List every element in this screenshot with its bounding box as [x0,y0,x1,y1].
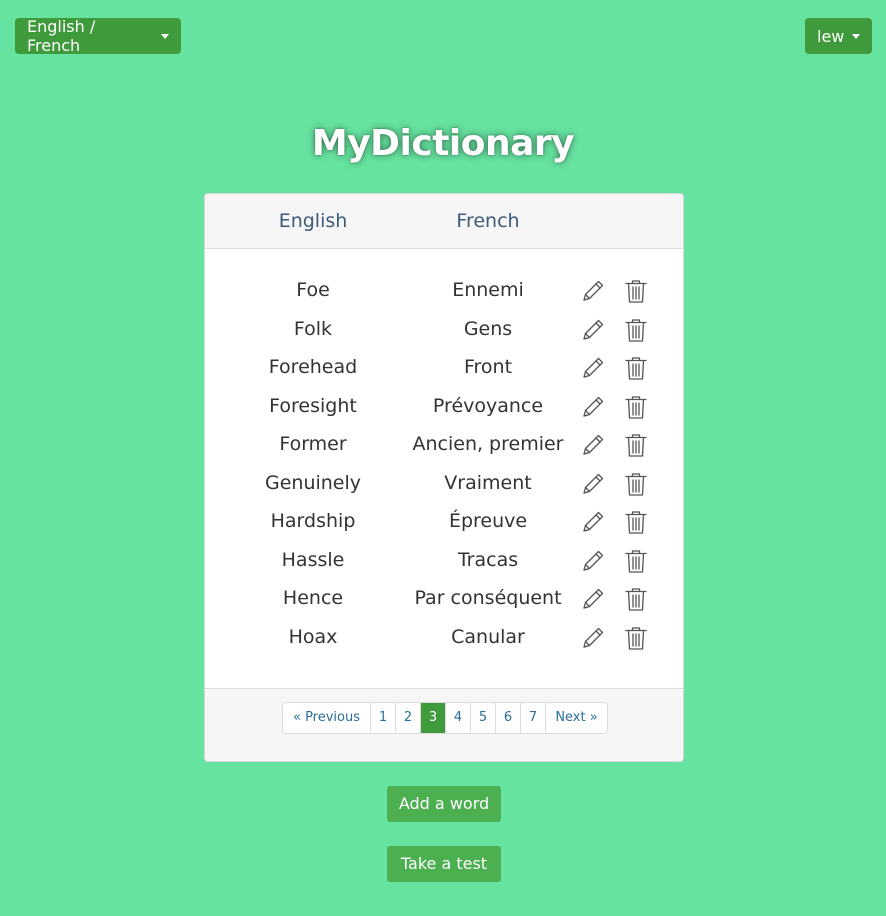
table-row: Hassle Tracas [205,541,683,580]
table-row: Hardship Épreuve [205,502,683,541]
word-english: Foresight [269,394,357,417]
table-row: Foe Ennemi [205,271,683,310]
table-row: Folk Gens [205,310,683,349]
word-french: Ancien, premier [412,433,564,455]
app-title: MyDictionary [311,123,575,164]
pencil-icon[interactable] [579,470,607,498]
table-row: Forehead Front [205,348,683,387]
trash-icon[interactable] [622,624,650,652]
pagination-previous-link[interactable]: « Previous [283,703,371,733]
word-french: Front [463,356,513,378]
table-row: Hence Par conséquent [205,579,683,618]
word-english: Hassle [281,548,345,571]
dictionary-card: English French Foe Ennemi Folk Gens Forehead… [204,193,684,762]
pagination-next-link[interactable]: Next » [546,703,607,733]
word-english: Folk [293,317,333,340]
language-pair-dropdown[interactable]: English / French [15,17,181,55]
pencil-icon[interactable] [579,316,607,344]
word-english: Hoax [288,625,338,648]
pencil-icon[interactable] [579,277,607,305]
word-english: Hardship [270,510,356,532]
trash-icon[interactable] [622,316,650,344]
pagination-page-7[interactable]: 7 [521,703,546,733]
add-word-button[interactable]: Add a word [387,786,501,822]
word-french: Par conséquent [414,587,562,609]
word-list: Foe Ennemi Folk Gens Forehead Front Foresight P… [205,271,683,656]
table-header: English French [205,194,683,249]
user-menu-label: lew [817,26,845,46]
pencil-icon[interactable] [579,624,607,652]
word-french: Canular [451,625,525,648]
trash-icon[interactable] [622,508,650,536]
pagination-page-2[interactable]: 2 [396,703,421,733]
pencil-icon[interactable] [579,585,607,613]
word-french: Épreuve [448,510,528,532]
pagination-page-6[interactable]: 6 [496,703,521,733]
table-row: Former Ancien, premier [205,425,683,464]
word-english: Foe [296,279,330,301]
trash-icon[interactable] [622,470,650,498]
word-french: Vraiment [444,471,532,494]
pagination: « Previous 1 2 3 4 5 6 7 Next » [282,702,608,734]
user-menu-dropdown[interactable]: lew [805,18,872,54]
trash-icon[interactable] [622,547,650,575]
trash-icon[interactable] [622,354,650,382]
word-french: Tracas [457,548,519,571]
word-english: Forehead [268,356,358,378]
table-row: Hoax Canular [205,618,683,657]
trash-icon[interactable] [622,431,650,459]
language-pair-label: English / French [27,17,96,55]
trash-icon[interactable] [622,585,650,613]
pencil-icon[interactable] [579,547,607,575]
pencil-icon[interactable] [579,508,607,536]
chevron-down-icon [161,34,169,39]
word-french: Gens [463,317,513,340]
trash-icon[interactable] [622,277,650,305]
pencil-icon[interactable] [579,431,607,459]
pagination-page-1[interactable]: 1 [371,703,396,733]
word-english: Genuinely [264,471,362,494]
table-row: Genuinely Vraiment [205,464,683,503]
column-header-french: French [456,210,520,232]
word-english: Former [279,433,347,455]
pencil-icon[interactable] [579,354,607,382]
pencil-icon[interactable] [579,393,607,421]
trash-icon[interactable] [622,393,650,421]
word-french: Prévoyance [432,394,544,417]
card-footer: « Previous 1 2 3 4 5 6 7 Next » [205,688,683,761]
word-french: Ennemi [452,279,524,301]
table-row: Foresight Prévoyance [205,387,683,426]
take-test-button[interactable]: Take a test [387,846,501,882]
pagination-page-3[interactable]: 3 [421,703,446,733]
chevron-down-icon [852,34,861,39]
word-english: Hence [282,587,344,609]
pagination-page-5[interactable]: 5 [471,703,496,733]
pagination-page-4[interactable]: 4 [446,703,471,733]
column-header-english: English [278,210,348,232]
